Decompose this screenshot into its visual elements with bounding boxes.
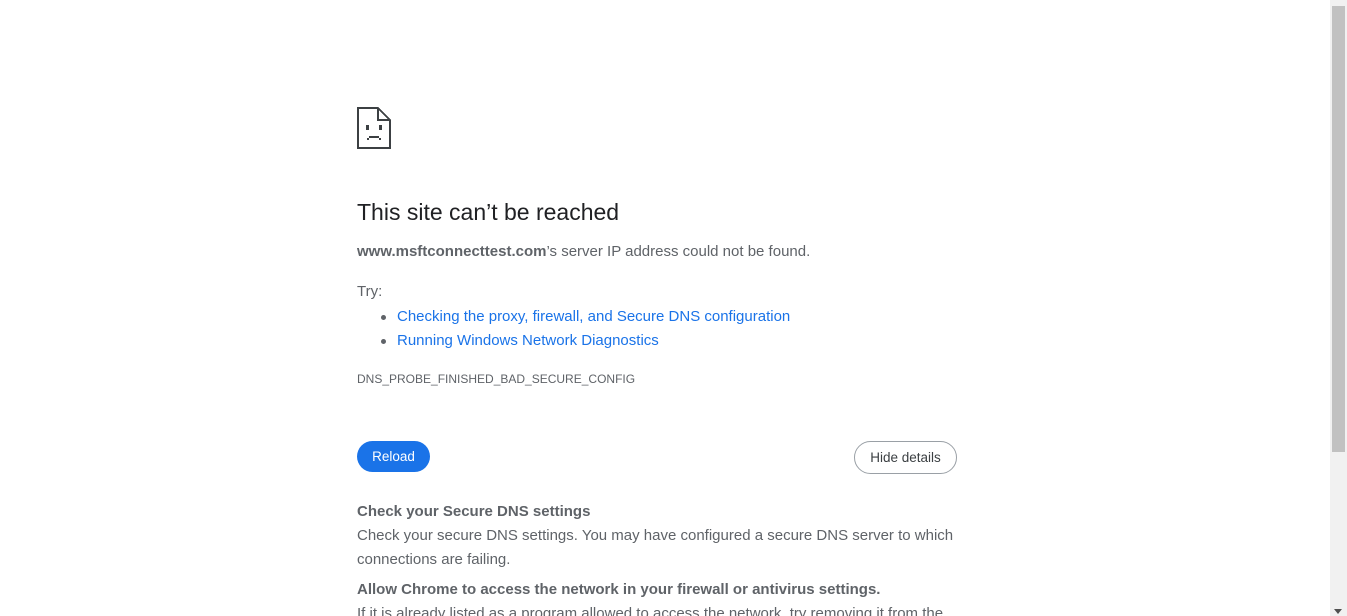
hide-details-button[interactable]: Hide details	[854, 441, 957, 474]
error-summary: www.msftconnecttest.com’s server IP addr…	[357, 242, 810, 262]
error-code: DNS_PROBE_FINISHED_BAD_SECURE_CONFIG	[357, 372, 636, 386]
details-section-secure-dns: Check your Secure DNS settings Check you…	[357, 502, 957, 572]
details-section-firewall: Allow Chrome to access the network in yo…	[357, 580, 957, 616]
run-network-diagnostics-link[interactable]: Running Windows Network Diagnostics	[397, 332, 659, 349]
details-heading: Check your Secure DNS settings	[357, 503, 591, 520]
reload-button[interactable]: Reload	[357, 441, 430, 472]
page-title: This site can’t be reached	[357, 199, 620, 225]
scroll-down-arrow-icon[interactable]	[1334, 609, 1342, 614]
suggestion-item: Checking the proxy, firewall, and Secure…	[380, 305, 790, 329]
details-body: Check your secure DNS settings. You may …	[357, 527, 954, 568]
scrollbar-thumb[interactable]	[1332, 6, 1345, 452]
check-proxy-firewall-dns-link[interactable]: Checking the proxy, firewall, and Secure…	[397, 308, 790, 325]
try-label: Try:	[357, 283, 383, 300]
details-panel: Check your Secure DNS settings Check you…	[357, 502, 957, 616]
error-summary-text: ’s server IP address could not be found.	[546, 243, 811, 260]
sad-page-icon	[357, 107, 391, 149]
suggestions-list: Checking the proxy, firewall, and Secure…	[357, 305, 790, 353]
details-body: If it is already listed as a program all…	[357, 605, 944, 616]
error-page: This site can’t be reached www.msftconne…	[0, 0, 1347, 616]
details-heading: Allow Chrome to access the network in yo…	[357, 581, 881, 598]
vertical-scrollbar[interactable]	[1330, 0, 1347, 616]
suggestion-item: Running Windows Network Diagnostics	[380, 329, 790, 353]
error-host: www.msftconnecttest.com	[357, 243, 547, 260]
